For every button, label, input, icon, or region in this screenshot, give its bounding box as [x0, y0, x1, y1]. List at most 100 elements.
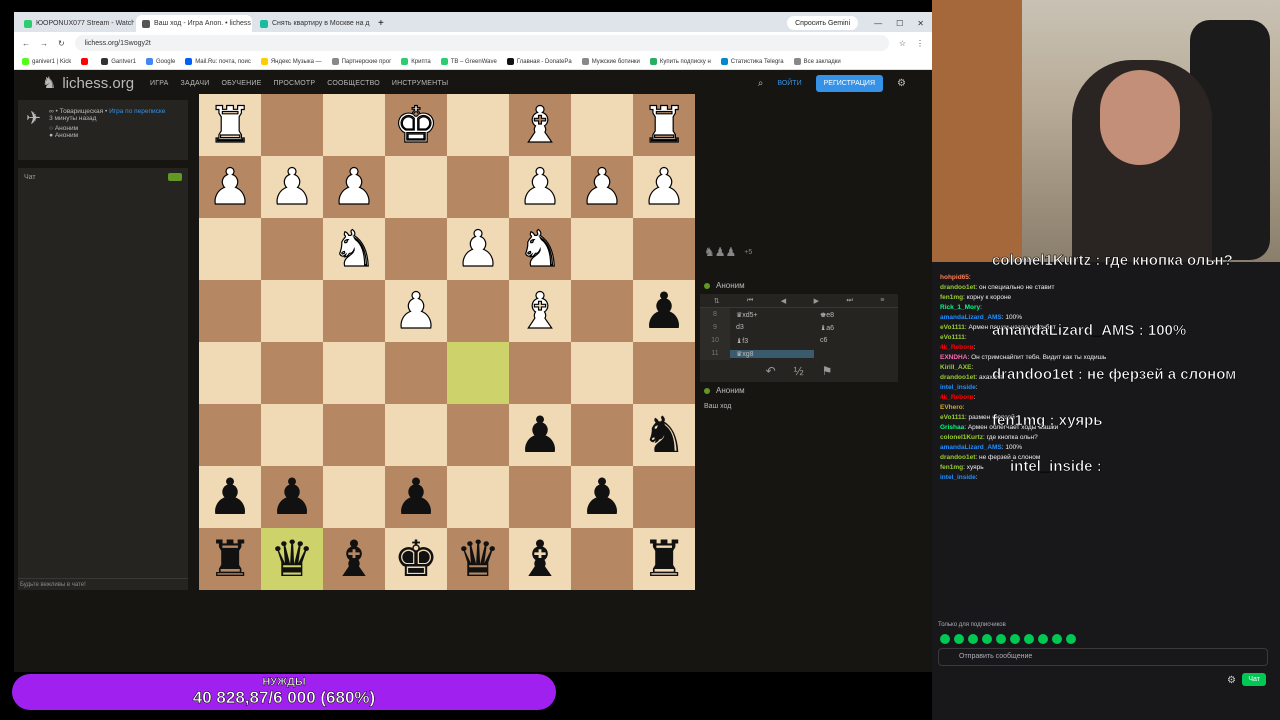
board-square[interactable]: ♟: [633, 280, 695, 342]
board-square[interactable]: ♞: [633, 404, 695, 466]
board-square[interactable]: [323, 94, 385, 156]
board-square[interactable]: ♟: [509, 156, 571, 218]
new-tab-icon[interactable]: +: [372, 18, 390, 32]
white-knight-piece[interactable]: ♞: [331, 223, 377, 274]
menu-icon[interactable]: ⋮: [916, 39, 924, 48]
board-square[interactable]: ♜: [199, 94, 261, 156]
black-knight-piece[interactable]: ♞: [642, 410, 687, 460]
white-bishop-piece[interactable]: ♝: [517, 99, 563, 150]
nav-item[interactable]: ИГРА: [150, 80, 169, 87]
draw-offer-icon[interactable]: ½: [794, 364, 804, 378]
chat-username[interactable]: intel_inside: [940, 384, 976, 391]
chat-toggle[interactable]: [168, 173, 182, 181]
last-move-icon[interactable]: ⏭: [846, 297, 852, 305]
board-square[interactable]: [571, 404, 633, 466]
bookmark-item[interactable]: Партнерские прог: [331, 58, 391, 65]
player-white[interactable]: ○ Аноним: [49, 125, 165, 132]
resign-flag-icon[interactable]: ⚑: [822, 364, 833, 378]
nav-item[interactable]: ЗАДАЧИ: [181, 80, 210, 87]
close-window-icon[interactable]: ✕: [917, 19, 924, 28]
board-square[interactable]: ♟: [447, 218, 509, 280]
white-move[interactable]: ♛xg8: [730, 349, 814, 358]
board-square[interactable]: [261, 280, 323, 342]
white-pawn-piece[interactable]: ♟: [517, 161, 563, 212]
board-square[interactable]: [199, 342, 261, 404]
top-player[interactable]: Аноним: [700, 277, 900, 294]
white-knight-piece[interactable]: ♞: [517, 223, 563, 274]
board-square[interactable]: [509, 342, 571, 404]
board-square[interactable]: ♟: [571, 466, 633, 528]
black-move[interactable]: ♝a6: [814, 324, 898, 332]
board-square[interactable]: [323, 280, 385, 342]
prev-move-icon[interactable]: ◀: [781, 297, 786, 305]
bookmark-item[interactable]: Mail.Ru: почта, поис: [185, 58, 251, 65]
black-rook-piece[interactable]: ♜: [208, 534, 253, 584]
board-square[interactable]: [571, 342, 633, 404]
board-square[interactable]: ♞: [509, 218, 571, 280]
board-square[interactable]: ♟: [261, 156, 323, 218]
board-square[interactable]: [261, 94, 323, 156]
board-square[interactable]: ♛: [447, 528, 509, 590]
player-black[interactable]: ● Аноним: [49, 132, 165, 139]
flip-board-icon[interactable]: ⇅: [714, 297, 720, 305]
bookmark-item[interactable]: Gantver1: [101, 58, 136, 65]
board-square[interactable]: [323, 466, 385, 528]
board-square[interactable]: ♟: [385, 466, 447, 528]
black-queen-piece[interactable]: ♛: [270, 534, 315, 584]
white-pawn-piece[interactable]: ♟: [455, 223, 501, 274]
bookmark-item[interactable]: Главная - DonatePa: [506, 58, 572, 65]
browser-tab[interactable]: ЮОРОNUX077 Stream - Watch✕: [18, 15, 134, 32]
board-square[interactable]: [447, 156, 509, 218]
first-move-icon[interactable]: ⏮: [747, 297, 753, 305]
chat-input[interactable]: Будьте вежливы в чате!: [18, 578, 188, 590]
white-move[interactable]: ♝f3: [730, 337, 814, 345]
board-square[interactable]: [633, 342, 695, 404]
board-square[interactable]: [385, 218, 447, 280]
board-square[interactable]: ♝: [509, 280, 571, 342]
board-square[interactable]: ♜: [633, 528, 695, 590]
board-square[interactable]: [199, 218, 261, 280]
black-pawn-piece[interactable]: ♟: [580, 472, 625, 522]
send-message-input[interactable]: Отправить сообщение: [938, 648, 1268, 666]
bookmark-item[interactable]: [81, 58, 91, 65]
back-icon[interactable]: ←: [22, 39, 30, 48]
nav-item[interactable]: СООБЩЕСТВО: [327, 80, 380, 87]
board-square[interactable]: ♟: [199, 466, 261, 528]
black-bishop-piece[interactable]: ♝: [518, 534, 563, 584]
white-pawn-piece[interactable]: ♟: [269, 161, 315, 212]
star-icon[interactable]: ☆: [899, 39, 906, 48]
bookmark-item[interactable]: Статистика Telegra: [720, 58, 784, 65]
board-square[interactable]: [199, 404, 261, 466]
board-square[interactable]: ♝: [323, 528, 385, 590]
white-rook-piece[interactable]: ♜: [207, 99, 253, 150]
board-square[interactable]: [509, 466, 571, 528]
board-square[interactable]: [447, 342, 509, 404]
board-square[interactable]: [261, 404, 323, 466]
chat-username[interactable]: drandoo1et: [940, 454, 975, 461]
white-king-piece[interactable]: ♚: [393, 99, 439, 150]
chat-username[interactable]: EVhero: [940, 404, 963, 411]
board-square[interactable]: [447, 466, 509, 528]
bottom-player[interactable]: Аноним: [700, 382, 900, 399]
black-pawn-piece[interactable]: ♟: [208, 472, 253, 522]
board-square[interactable]: [323, 404, 385, 466]
board-square[interactable]: [261, 342, 323, 404]
board-square[interactable]: ♝: [509, 528, 571, 590]
board-square[interactable]: ♜: [633, 94, 695, 156]
nav-item[interactable]: ПРОСМОТР: [273, 80, 315, 87]
white-bishop-piece[interactable]: ♝: [517, 285, 563, 336]
board-square[interactable]: ♟: [385, 280, 447, 342]
takeback-icon[interactable]: ↶: [766, 364, 776, 378]
browser-tab[interactable]: Ваш ход - Игра Anon. • lichess✕: [136, 15, 252, 32]
gemini-button[interactable]: Спросить Gemini: [787, 16, 859, 30]
signin-link[interactable]: ВОЙТИ: [777, 80, 801, 87]
board-square[interactable]: ♚: [385, 528, 447, 590]
bookmark-item[interactable]: Google: [145, 58, 175, 65]
board-square[interactable]: ♟: [261, 466, 323, 528]
chat-username[interactable]: colonel1Kurtz: [940, 434, 983, 441]
white-pawn-piece[interactable]: ♟: [579, 161, 625, 212]
board-square[interactable]: ♞: [323, 218, 385, 280]
board-square[interactable]: [633, 218, 695, 280]
next-move-icon[interactable]: ▶: [814, 297, 819, 305]
board-square[interactable]: ♜: [199, 528, 261, 590]
